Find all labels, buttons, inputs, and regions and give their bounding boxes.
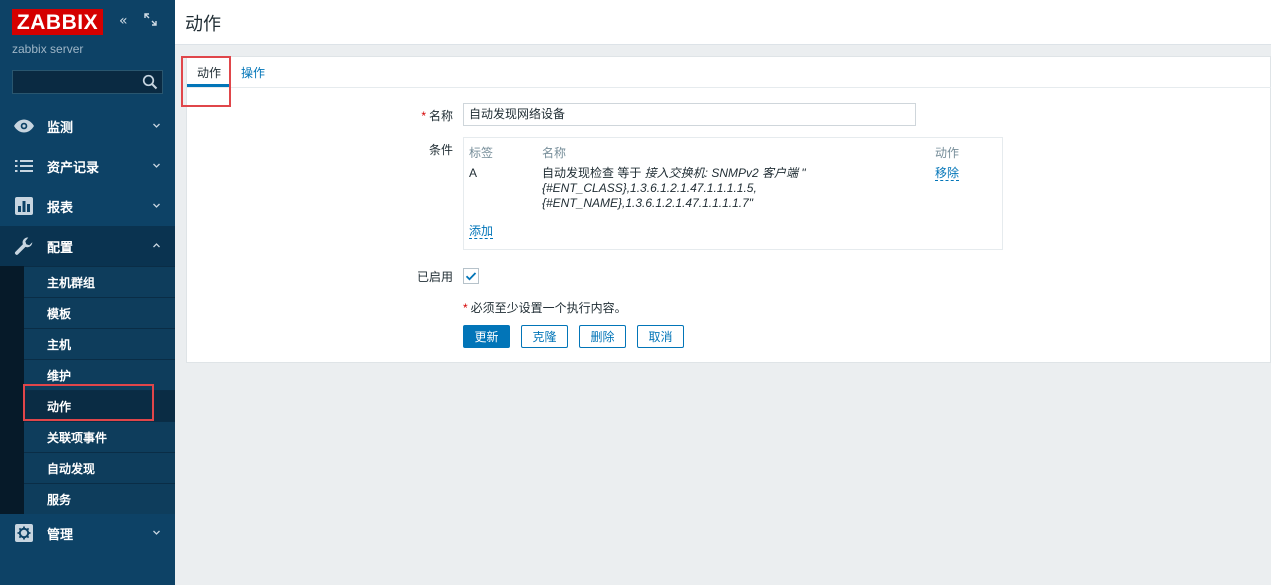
conditions-label: 条件 xyxy=(428,143,453,157)
delete-button[interactable]: 删除 xyxy=(579,325,626,348)
submenu-item-hosts[interactable]: 主机 xyxy=(24,328,175,359)
server-name: zabbix server xyxy=(12,42,84,56)
enabled-label: 已启用 xyxy=(416,270,453,284)
gear-icon xyxy=(13,522,35,544)
remove-condition-link[interactable]: 移除 xyxy=(935,166,960,181)
highlight-box-actions-menu xyxy=(23,384,154,421)
chevron-down-icon xyxy=(153,123,160,128)
submenu-item-event-correlation[interactable]: 关联项事件 xyxy=(24,421,175,452)
clone-button[interactable]: 克隆 xyxy=(521,325,568,348)
sidebar: ZABBIX « zabbix server 监测 资产记录 报表 配置 主机群… xyxy=(0,0,175,585)
tab-separator xyxy=(187,87,1271,88)
collapse-sidebar-icon[interactable]: « xyxy=(119,13,128,29)
menu-label: 资产记录 xyxy=(47,159,100,175)
chevron-down-icon xyxy=(153,163,160,168)
chevron-down-icon xyxy=(153,203,160,208)
column-header-action: 动作 xyxy=(935,146,960,160)
tab-operations[interactable]: 操作 xyxy=(241,64,265,81)
action-form-panel: 动作 操作 * 名称 自动发现网络设备 条件 标签 名称 动作 A 自动发现检查 … xyxy=(186,56,1271,363)
name-input[interactable]: 自动发现网络设备 xyxy=(463,103,916,126)
required-note: * 必须至少设置一个执行内容。 xyxy=(463,301,627,315)
menu-label: 管理 xyxy=(47,526,74,542)
submenu-item-services[interactable]: 服务 xyxy=(24,483,175,514)
submenu-item-host-groups[interactable]: 主机群组 xyxy=(24,266,175,297)
search-input[interactable] xyxy=(12,70,163,94)
column-header-name: 名称 xyxy=(542,146,567,160)
submenu-item-templates[interactable]: 模板 xyxy=(24,297,175,328)
highlight-box-action-tab xyxy=(181,56,231,107)
name-label: * 名称 xyxy=(421,109,453,123)
menu-item-administration[interactable]: 管理 xyxy=(0,513,175,553)
submenu-item-discovery[interactable]: 自动发现 xyxy=(24,452,175,483)
conditions-table: 标签 名称 动作 A 自动发现检查 等于 接入交换机: SNMPv2 客户端 "… xyxy=(463,137,1003,250)
bar-chart-icon xyxy=(13,195,35,217)
enabled-checkbox[interactable] xyxy=(463,268,479,284)
chevron-down-icon xyxy=(153,530,160,535)
menu-label: 报表 xyxy=(47,199,74,215)
update-button[interactable]: 更新 xyxy=(463,325,510,348)
page-title: 动作 xyxy=(185,14,221,34)
wrench-icon xyxy=(13,235,35,257)
column-header-label: 标签 xyxy=(469,146,494,160)
kiosk-mode-icon[interactable] xyxy=(144,13,157,30)
cancel-button[interactable]: 取消 xyxy=(637,325,684,348)
chevron-up-icon xyxy=(153,243,160,248)
page-header: 动作 xyxy=(175,0,1271,45)
add-condition-link[interactable]: 添加 xyxy=(469,224,494,239)
eye-icon xyxy=(13,115,35,137)
submenu-strip xyxy=(0,266,24,514)
menu-item-monitoring[interactable]: 监测 xyxy=(0,106,175,146)
menu-item-inventory[interactable]: 资产记录 xyxy=(0,146,175,186)
zabbix-logo[interactable]: ZABBIX xyxy=(12,9,103,35)
condition-tag: A xyxy=(469,166,478,180)
condition-name: 自动发现检查 等于 接入交换机: SNMPv2 客户端 " {#ENT_CLAS… xyxy=(542,166,806,210)
menu-item-reports[interactable]: 报表 xyxy=(0,186,175,226)
required-asterisk: * xyxy=(421,109,426,123)
checkmark-icon xyxy=(465,272,477,281)
list-icon xyxy=(13,155,35,177)
search-icon[interactable] xyxy=(142,74,158,90)
menu-label: 配置 xyxy=(47,239,74,255)
menu-label: 监测 xyxy=(47,119,74,135)
menu-item-configuration[interactable]: 配置 xyxy=(0,226,175,266)
